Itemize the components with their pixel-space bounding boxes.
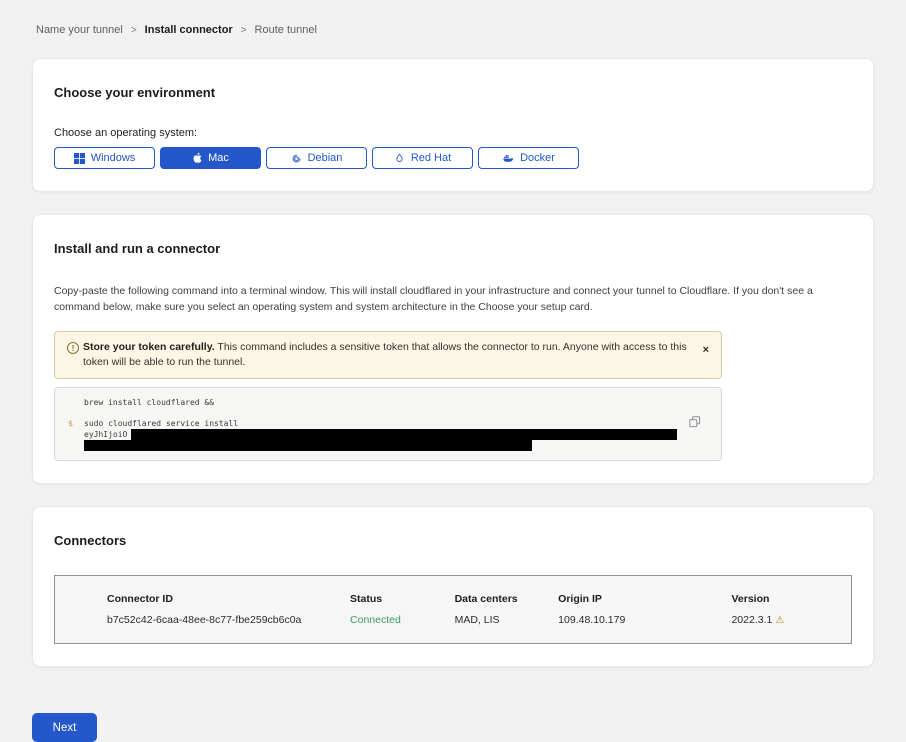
environment-card-title: Choose your environment	[54, 85, 852, 101]
os-button-label: Debian	[308, 152, 343, 164]
windows-icon	[74, 153, 85, 164]
warning-title: Store your token carefully.	[83, 341, 215, 353]
os-button-mac[interactable]: Mac	[160, 147, 261, 169]
table-header-row: Connector ID Status Data centers Origin …	[107, 593, 851, 605]
apple-icon	[192, 152, 202, 164]
connectors-table: Connector ID Status Data centers Origin …	[54, 575, 852, 644]
main-content: Choose your environment Choose an operat…	[32, 58, 874, 667]
breadcrumb-separator: >	[241, 25, 247, 36]
os-button-windows[interactable]: Windows	[54, 147, 155, 169]
os-button-label: Mac	[208, 152, 229, 164]
breadcrumb: Name your tunnel > Install connector > R…	[0, 0, 906, 36]
next-button[interactable]: Next	[32, 713, 97, 742]
column-header-data-centers: Data centers	[455, 593, 559, 605]
version-value: 2022.3.1⚠	[731, 614, 851, 626]
os-button-group: Windows Mac Debian	[54, 147, 852, 169]
origin-ip-value: 109.48.10.179	[558, 614, 731, 626]
redacted-token-bar	[84, 440, 532, 451]
redhat-icon	[394, 153, 405, 164]
breadcrumb-step-route-tunnel[interactable]: Route tunnel	[255, 24, 317, 36]
docker-whale-icon	[502, 153, 514, 164]
copy-icon[interactable]	[689, 416, 701, 428]
connectors-card: Connectors Connector ID Status Data cent…	[32, 506, 874, 667]
connector-id-value: b7c52c42-6caa-48ee-8c77-fbe259cb6c0a	[107, 614, 350, 626]
breadcrumb-step-name-tunnel[interactable]: Name your tunnel	[36, 24, 123, 36]
breadcrumb-step-install-connector[interactable]: Install connector	[145, 24, 233, 36]
os-button-label: Windows	[91, 152, 136, 164]
redacted-token-bar	[131, 429, 677, 440]
install-command-code-block[interactable]: brew install cloudflared && $ sudo cloud…	[54, 387, 722, 461]
os-button-debian[interactable]: Debian	[266, 147, 367, 169]
connectors-card-title: Connectors	[54, 533, 852, 549]
warning-triangle-icon: ⚠	[775, 615, 784, 626]
close-icon[interactable]: ×	[703, 345, 709, 355]
column-header-connector-id: Connector ID	[107, 593, 350, 605]
install-card-title: Install and run a connector	[54, 241, 852, 257]
code-line-brew: brew install cloudflared &&	[84, 397, 705, 408]
shell-prompt: $	[68, 418, 73, 429]
install-description: Copy-paste the following command into a …	[54, 283, 852, 315]
os-button-docker[interactable]: Docker	[478, 147, 579, 169]
os-button-redhat[interactable]: Red Hat	[372, 147, 473, 169]
column-header-version: Version	[731, 593, 851, 605]
os-button-label: Docker	[520, 152, 555, 164]
column-header-status: Status	[350, 593, 455, 605]
column-header-origin-ip: Origin IP	[558, 593, 731, 605]
os-button-label: Red Hat	[411, 152, 451, 164]
debian-swirl-icon	[291, 153, 302, 164]
token-warning-banner: ! Store your token carefully. This comma…	[54, 331, 722, 379]
alert-circle-icon: !	[67, 342, 79, 354]
os-select-label: Choose an operating system:	[54, 127, 852, 139]
data-centers-value: MAD, LIS	[455, 614, 559, 626]
breadcrumb-separator: >	[131, 25, 137, 36]
install-card: Install and run a connector Copy-paste t…	[32, 214, 874, 484]
code-line-service-install: sudo cloudflared service install	[84, 418, 705, 429]
table-row: b7c52c42-6caa-48ee-8c77-fbe259cb6c0a Con…	[107, 614, 851, 626]
environment-card: Choose your environment Choose an operat…	[32, 58, 874, 192]
status-badge: Connected	[350, 614, 455, 626]
